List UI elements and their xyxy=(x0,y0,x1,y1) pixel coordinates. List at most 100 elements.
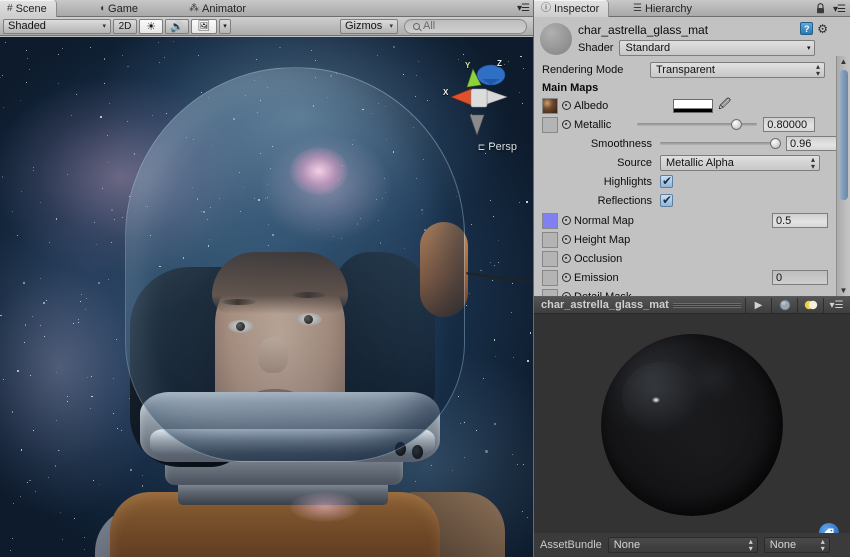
rendering-mode-row: Rendering Mode Transparent ▴▾ xyxy=(534,61,850,78)
material-header: char_astrella_glass_mat Shader Standard … xyxy=(534,17,850,57)
occlusion-texture-slot[interactable] xyxy=(542,251,558,267)
audio-toggle-button[interactable]: 🔊 xyxy=(165,19,189,34)
gizmo-y-label: Y xyxy=(465,61,470,70)
help-book-icon[interactable]: ? xyxy=(800,22,813,35)
scene-search-input[interactable]: All xyxy=(404,19,527,34)
albedo-texture-slot[interactable] xyxy=(542,98,558,114)
lighting-toggle-button[interactable]: ☀ xyxy=(139,19,163,34)
preview-menu-button[interactable]: ▾☰ xyxy=(823,298,849,313)
preview-reflection-right xyxy=(689,354,739,402)
height-map-texture-slot[interactable] xyxy=(542,232,558,248)
scene-search-value: All xyxy=(423,20,435,32)
nebula-flare-lower xyxy=(290,492,360,522)
source-value: Metallic Alpha xyxy=(666,157,734,169)
eyedropper-icon[interactable]: 🖉 xyxy=(718,95,731,116)
property-row-emission: Emission 0 xyxy=(534,269,850,286)
preview-play-button[interactable]: ▶ xyxy=(745,298,771,313)
preview-lighting-button[interactable] xyxy=(797,298,823,313)
property-row-smoothness: Smoothness 0.96 xyxy=(534,135,850,152)
metallic-value-field[interactable]: 0.80000 xyxy=(763,117,815,132)
metallic-texture-slot[interactable] xyxy=(542,117,558,133)
chevron-down-icon: ▾ xyxy=(807,44,811,52)
tab-animator[interactable]: ⁂ Animator xyxy=(182,0,255,17)
rendering-mode-value: Transparent xyxy=(656,64,715,76)
inspector-panel: ⓘ Inspector ☰ Hierarchy ▾☰ char_astrella… xyxy=(533,0,850,557)
scene-panel: # Scene ◖ Game ⁂ Animator ▾☰ Shaded ▾ 2D xyxy=(0,0,533,557)
smoothness-value-field[interactable]: 0.96 xyxy=(786,136,838,151)
albedo-color-swatch[interactable] xyxy=(673,99,713,113)
gear-icon[interactable]: ⚙ xyxy=(817,23,828,35)
asset-bundle-dropdown[interactable]: None ▴▾ xyxy=(608,537,758,553)
search-icon xyxy=(413,23,420,30)
gizmo-z-label: Z xyxy=(497,59,502,68)
material-preview-pane: char_astrella_glass_mat ▶ ▾☰ xyxy=(534,296,850,557)
emission-value-field[interactable]: 0 xyxy=(772,270,828,285)
toggle-2d-button[interactable]: 2D xyxy=(113,19,137,34)
reflections-checkbox[interactable] xyxy=(660,194,673,207)
emission-texture-slot[interactable] xyxy=(542,270,558,286)
highlights-checkbox[interactable] xyxy=(660,175,673,188)
preview-mesh-button[interactable] xyxy=(771,298,797,313)
metallic-toggle-icon[interactable] xyxy=(562,120,571,129)
inspector-menu-icon[interactable]: ▾☰ xyxy=(833,4,845,15)
emission-toggle-icon[interactable] xyxy=(562,273,571,282)
normal-map-texture-slot[interactable] xyxy=(542,213,558,229)
preview-canvas[interactable] xyxy=(534,314,850,534)
effects-dropdown-button[interactable]: ▾ xyxy=(219,19,231,34)
inspector-scroll-thumb[interactable] xyxy=(839,70,848,200)
gizmo-projection-label[interactable]: ⊏ Persp xyxy=(478,141,517,153)
lock-icon[interactable] xyxy=(816,3,825,14)
tab-animator-label: Animator xyxy=(202,3,246,15)
reflections-label: Reflections xyxy=(542,195,660,207)
normal-map-value-field[interactable]: 0.5 xyxy=(772,213,828,228)
source-dropdown[interactable]: Metallic Alpha ▴▾ xyxy=(660,155,820,171)
tab-scene[interactable]: # Scene xyxy=(0,0,57,17)
scene-view-gizmo[interactable]: X Y Z xyxy=(437,53,519,145)
shader-value: Standard xyxy=(625,42,670,54)
material-preview-thumbnail xyxy=(540,23,572,55)
highlights-label: Highlights xyxy=(542,176,660,188)
tab-inspector[interactable]: ⓘ Inspector xyxy=(534,0,609,17)
metallic-slider[interactable] xyxy=(637,118,757,132)
smoothness-slider[interactable] xyxy=(660,137,780,151)
property-row-occlusion: Occlusion xyxy=(534,250,850,267)
height-map-toggle-icon[interactable] xyxy=(562,235,571,244)
shader-dropdown[interactable]: Standard ▾ xyxy=(619,40,815,56)
tab-hierarchy[interactable]: ☰ Hierarchy xyxy=(626,0,701,17)
normal-map-value: 0.5 xyxy=(776,215,791,227)
rendering-mode-label: Rendering Mode xyxy=(542,64,650,76)
rendering-mode-dropdown[interactable]: Transparent ▴▾ xyxy=(650,62,825,78)
tab-hierarchy-label: Hierarchy xyxy=(645,3,692,15)
material-header-icons: ? ⚙ xyxy=(800,22,828,35)
asset-bundle-variant-dropdown[interactable]: None ▴▾ xyxy=(764,537,830,553)
effects-toggle-button[interactable]: 🖼 xyxy=(191,19,217,34)
gamepad-icon: ◖ xyxy=(99,4,105,14)
list-icon: ☰ xyxy=(633,4,642,14)
inspector-scrollbar[interactable]: ▲ ▼ xyxy=(836,56,849,296)
albedo-toggle-icon[interactable] xyxy=(562,101,571,110)
occlusion-label: Occlusion xyxy=(574,253,622,265)
grid-icon: # xyxy=(7,4,13,14)
tab-inspector-label: Inspector xyxy=(554,3,599,15)
scene-toolbar: Shaded ▾ 2D ☀ 🔊 🖼 ▾ Gizmos ▾ xyxy=(0,17,533,36)
occlusion-toggle-icon[interactable] xyxy=(562,254,571,263)
scroll-down-arrow-icon[interactable]: ▼ xyxy=(839,286,848,295)
normal-map-label: Normal Map xyxy=(574,215,634,227)
gizmos-dropdown[interactable]: Gizmos ▾ xyxy=(340,19,398,34)
toggle-2d-label: 2D xyxy=(119,21,132,32)
projection-text: Persp xyxy=(488,141,517,153)
scroll-up-arrow-icon[interactable]: ▲ xyxy=(839,57,848,66)
scene-viewport[interactable]: X Y Z ⊏ Persp xyxy=(0,37,533,557)
tab-game[interactable]: ◖ Game xyxy=(92,0,147,17)
updown-arrows-icon: ▴▾ xyxy=(749,538,753,552)
shader-label: Shader xyxy=(578,42,613,54)
draw-mode-dropdown[interactable]: Shaded ▾ xyxy=(3,19,111,34)
gizmo-axes xyxy=(451,65,507,135)
property-row-highlights: Highlights xyxy=(534,173,850,190)
gizmo-x-label: X xyxy=(443,88,448,97)
scene-panel-menu-icon[interactable]: ▾☰ xyxy=(517,3,529,14)
smoothness-value: 0.96 xyxy=(790,138,811,150)
property-row-height-map: Height Map xyxy=(534,231,850,248)
asset-bundle-label: AssetBundle xyxy=(540,539,602,551)
normal-map-toggle-icon[interactable] xyxy=(562,216,571,225)
